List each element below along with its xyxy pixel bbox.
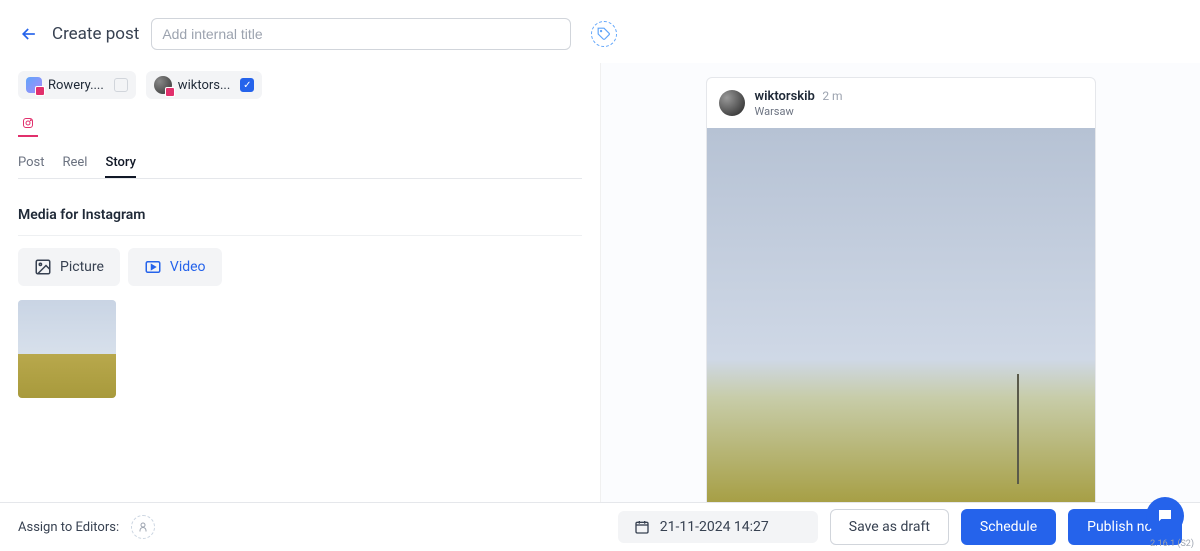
account-chip[interactable]: wiktors... ✓: [146, 71, 262, 99]
schedule-button[interactable]: Schedule: [961, 509, 1056, 545]
account-list: Rowery.... wiktors... ✓: [18, 63, 582, 117]
preview-card: wiktorskib 2 m Warsaw: [706, 77, 1096, 515]
save-draft-button[interactable]: Save as draft: [830, 509, 949, 545]
preview-meta: wiktorskib 2 m Warsaw: [755, 88, 843, 118]
footer-bar: Assign to Editors: 21-11-2024 14:27 Save…: [0, 502, 1200, 551]
left-panel: Rowery.... wiktors... ✓ Post Reel Story …: [0, 63, 600, 515]
platform-icon-row: [18, 117, 582, 145]
internal-title-input[interactable]: [151, 18, 571, 50]
video-icon: [144, 258, 162, 276]
account-checkbox[interactable]: ✓: [240, 78, 254, 92]
account-avatar: [26, 77, 42, 93]
arrow-left-icon: [19, 24, 39, 44]
picture-icon: [34, 258, 52, 276]
subtab-post[interactable]: Post: [18, 155, 45, 178]
video-button[interactable]: Video: [128, 248, 222, 286]
preview-location: Warsaw: [755, 105, 843, 118]
media-thumbnail[interactable]: [18, 300, 116, 398]
media-section-label: Media for Instagram: [18, 193, 582, 236]
assign-editors-label: Assign to Editors:: [18, 520, 119, 535]
assign-editors-button[interactable]: [131, 515, 155, 539]
schedule-datetime-value: 21-11-2024 14:27: [660, 519, 769, 535]
preview-header: wiktorskib 2 m Warsaw: [707, 78, 1095, 128]
picture-button-label: Picture: [60, 259, 104, 275]
account-name: wiktors...: [178, 78, 230, 93]
instagram-badge-icon: [165, 87, 175, 97]
account-checkbox[interactable]: [114, 78, 128, 92]
instagram-badge-icon: [35, 86, 45, 96]
preview-username: wiktorskib: [755, 89, 815, 104]
main-layout: Rowery.... wiktors... ✓ Post Reel Story …: [0, 63, 1200, 515]
preview-avatar: [719, 90, 745, 116]
preview-time: 2 m: [822, 89, 842, 103]
media-button-row: Picture Video: [18, 248, 582, 286]
account-avatar: [154, 76, 172, 94]
chat-fab[interactable]: [1146, 497, 1184, 535]
account-name: Rowery....: [48, 78, 104, 93]
subtab-reel[interactable]: Reel: [63, 155, 88, 178]
chat-icon: [1156, 507, 1174, 525]
add-tag-button[interactable]: [591, 21, 617, 47]
tag-icon: [597, 27, 611, 41]
preview-image-tree: [983, 364, 1053, 484]
video-button-label: Video: [170, 259, 206, 275]
platform-tabs: Post Reel Story: [18, 117, 582, 179]
instagram-icon[interactable]: [18, 117, 38, 137]
picture-button[interactable]: Picture: [18, 248, 120, 286]
preview-panel: wiktorskib 2 m Warsaw: [600, 63, 1200, 515]
account-chip[interactable]: Rowery....: [18, 71, 136, 99]
thumbnail-image: [18, 300, 116, 398]
schedule-datetime-picker[interactable]: 21-11-2024 14:27: [618, 511, 818, 543]
top-bar: Create post: [0, 0, 1200, 63]
version-label: 2.16.1 (S2): [1150, 539, 1194, 549]
post-type-tabs: Post Reel Story: [18, 145, 582, 178]
user-plus-icon: [137, 521, 149, 533]
back-button[interactable]: [18, 23, 40, 45]
page-title: Create post: [52, 24, 139, 44]
calendar-icon: [634, 519, 650, 535]
preview-image: [707, 128, 1095, 514]
subtab-story[interactable]: Story: [105, 155, 136, 178]
